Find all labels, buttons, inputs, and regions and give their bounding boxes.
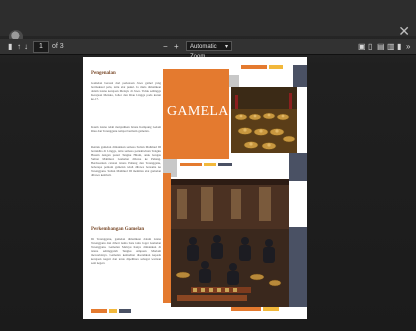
orange-accent-bar (241, 65, 267, 69)
zoom-select[interactable]: Automatic Zoom ▾ (186, 41, 232, 60)
text-column: Pengenalan Gamelan berasal dari perkataa… (83, 57, 163, 319)
pdf-page: GAMELAN Pengenalan Gamelan berasal dari … (83, 57, 307, 319)
down-icon[interactable]: ↓ (24, 39, 28, 54)
yellow-accent-bar (204, 163, 216, 166)
presentation-icon[interactable]: ▣ (358, 39, 366, 54)
section-heading: Perkembangan Gamelan (91, 227, 145, 232)
slate-accent-bar (119, 309, 131, 313)
orange-accent-strip (163, 173, 171, 303)
slate-accent-block (289, 153, 307, 181)
open-file-icon[interactable]: ▯ (368, 39, 372, 54)
gamelan-instruments-photo (231, 87, 297, 153)
yellow-accent-bar (263, 307, 279, 311)
zoom-out-button[interactable]: − (163, 39, 168, 54)
bookmark-icon[interactable]: ▮ (397, 39, 401, 54)
download-icon[interactable]: ▥ (387, 39, 395, 54)
grey-accent-block (229, 75, 239, 87)
paragraph: Di Terengganu, gamelan dimainkan dalam i… (91, 237, 161, 265)
close-icon[interactable]: ✕ (398, 24, 410, 38)
slate-accent-block (293, 65, 307, 87)
page-number-input[interactable]: 1 (33, 41, 49, 53)
sidebar-toggle-icon[interactable]: ▮ (8, 39, 12, 54)
zoom-value: Automatic Zoom (190, 44, 217, 60)
paragraph: Gamelan berasal dari perkataan Jawa game… (91, 81, 161, 101)
orange-accent-bar (231, 307, 261, 311)
gamelan-performers-photo (171, 179, 289, 307)
orange-accent-bar (91, 309, 107, 313)
slate-accent-block (289, 227, 307, 307)
document-title: GAMELAN (167, 104, 240, 119)
gamelan-instruments-illustration (231, 87, 297, 153)
paragraph: Kaum istana telah menjadikan Istana Kamp… (91, 125, 161, 133)
yellow-accent-bar (109, 309, 117, 313)
zoom-in-button[interactable]: + (174, 39, 179, 54)
up-icon[interactable]: ↑ (17, 39, 21, 54)
slate-accent-bar (218, 163, 232, 166)
tools-icon[interactable]: » (406, 39, 410, 54)
yellow-accent-bar (269, 65, 283, 69)
print-icon[interactable]: ▤ (377, 39, 385, 54)
page-count-label: of 3 (52, 43, 64, 50)
paragraph: Rentak gamelan dimainkan semasa Sultan M… (91, 145, 161, 177)
viewer-top-strip (0, 0, 416, 36)
gamelan-performers-illustration (171, 179, 289, 307)
chevron-down-icon: ▾ (224, 44, 228, 50)
orange-accent-bar (180, 163, 202, 166)
section-heading: Pengenalan (91, 71, 116, 76)
